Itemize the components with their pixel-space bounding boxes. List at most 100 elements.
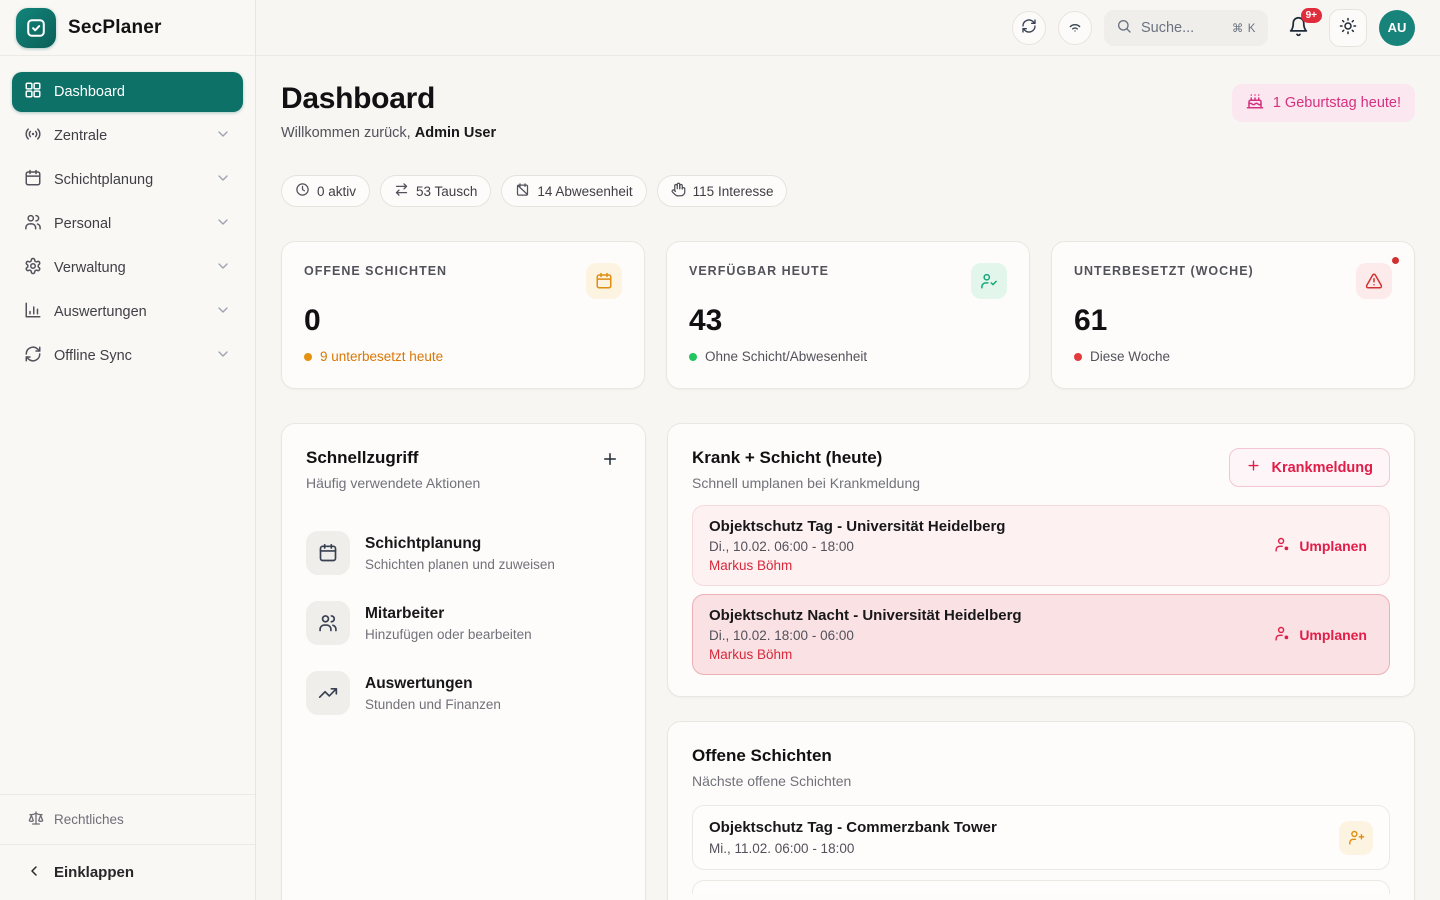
sidebar-collapse-button[interactable]: Einklappen	[0, 844, 255, 900]
plus-icon	[601, 456, 619, 471]
shift-title: Objektschutz Tag - Commerzbank Tower	[709, 819, 997, 836]
pill-aktiv[interactable]: 0 aktiv	[281, 175, 370, 207]
stat-value: 61	[1074, 304, 1392, 338]
status-pills: 0 aktiv 53 Tausch 14 Abwesenheit 115 Int…	[281, 175, 1415, 207]
sidebar-item-label: Personal	[54, 216, 203, 232]
chevron-left-icon	[26, 863, 42, 883]
chevron-down-icon	[215, 346, 231, 366]
status-dot	[689, 353, 697, 361]
krankmeldung-label: Krankmeldung	[1271, 460, 1373, 476]
stat-label: UNTERBESETZT (WOCHE)	[1074, 264, 1392, 278]
sidebar-item-dashboard[interactable]: Dashboard	[12, 72, 243, 112]
sidebar-item-personal[interactable]: Personal	[12, 204, 243, 244]
sidebar-item-auswertungen[interactable]: Auswertungen	[12, 292, 243, 332]
stat-label: VERFÜGBAR HEUTE	[689, 264, 1007, 278]
scales-icon	[28, 810, 44, 829]
welcome-text: Willkommen zurück, Admin User	[281, 125, 496, 141]
shift-time: Di., 10.02. 18:00 - 06:00	[709, 628, 1022, 643]
pill-interesse[interactable]: 115 Interesse	[657, 175, 788, 207]
stat-value: 43	[689, 304, 1007, 338]
welcome-user: Admin User	[415, 125, 496, 141]
chevron-down-icon	[215, 170, 231, 190]
sidebar-item-label: Zentrale	[54, 128, 203, 144]
stat-note: Ohne Schicht/Abwesenheit	[689, 349, 1007, 364]
stat-note-text: Diese Woche	[1090, 349, 1170, 364]
calendar-icon	[24, 169, 42, 191]
search-input[interactable]: Suche... ⌘ K	[1104, 10, 1268, 46]
sidebar-item-label: Verwaltung	[54, 260, 203, 276]
connection-status-button[interactable]	[1058, 11, 1092, 45]
open-shift-item-partial	[692, 880, 1390, 894]
sidebar-item-zentrale[interactable]: Zentrale	[12, 116, 243, 156]
stat-note-text: 9 unterbesetzt heute	[320, 349, 443, 364]
search-icon	[1116, 18, 1132, 37]
hand-icon	[671, 182, 686, 200]
sun-icon	[1339, 17, 1357, 38]
calendar-icon	[586, 263, 622, 299]
page-header: Dashboard Willkommen zurück, Admin User …	[281, 82, 1415, 141]
sidebar-item-label: Dashboard	[54, 84, 231, 100]
legal-label: Rechtliches	[54, 812, 124, 827]
theme-toggle-button[interactable]	[1329, 9, 1367, 47]
birthday-label: 1 Geburtstag heute!	[1273, 95, 1401, 111]
pill-abwesenheit[interactable]: 14 Abwesenheit	[501, 175, 646, 207]
shift-person: Markus Böhm	[709, 647, 1022, 662]
sidebar-item-offline-sync[interactable]: Offline Sync	[12, 336, 243, 376]
gear-icon	[24, 257, 42, 279]
birthday-badge[interactable]: 1 Geburtstag heute!	[1232, 84, 1415, 122]
shift-title: Objektschutz Nacht - Universität Heidelb…	[709, 607, 1022, 624]
stat-card-unterbesetzt-woche[interactable]: UNTERBESETZT (WOCHE) 61 Diese Woche	[1051, 241, 1415, 389]
cake-icon	[1246, 92, 1264, 114]
quick-action-subtitle: Stunden und Finanzen	[365, 697, 501, 712]
users-icon	[24, 213, 42, 235]
users-icon	[306, 601, 350, 645]
quick-access-title: Schnellzugriff	[306, 448, 480, 468]
notifications-button[interactable]: 9+	[1288, 16, 1309, 40]
topbar: Suche... ⌘ K 9+ AU	[256, 0, 1440, 56]
sidebar-item-rechtliches[interactable]: Rechtliches	[0, 794, 255, 844]
sick-shifts-title: Krank + Schicht (heute)	[692, 448, 920, 468]
open-shift-item[interactable]: Objektschutz Tag - Commerzbank Tower Mi.…	[692, 805, 1390, 870]
plus-icon	[1246, 458, 1261, 477]
pill-tausch[interactable]: 53 Tausch	[380, 175, 491, 207]
pill-label: 0 aktiv	[317, 184, 356, 199]
shift-time: Mi., 11.02. 06:00 - 18:00	[709, 841, 997, 856]
stat-label: OFFENE SCHICHTEN	[304, 264, 622, 278]
sick-shift-list: Objektschutz Tag - Universität Heidelber…	[692, 505, 1390, 675]
sidebar-item-schichtplanung[interactable]: Schichtplanung	[12, 160, 243, 200]
refresh-icon	[1021, 18, 1037, 37]
shift-time: Di., 10.02. 06:00 - 18:00	[709, 539, 1005, 554]
alert-triangle-icon	[1356, 263, 1392, 299]
shift-title: Objektschutz Tag - Universität Heidelber…	[709, 518, 1005, 535]
page-title: Dashboard	[281, 82, 496, 116]
umplanen-label: Umplanen	[1299, 627, 1367, 643]
add-quick-action-button[interactable]	[597, 446, 623, 475]
user-plus-icon[interactable]	[1339, 821, 1373, 855]
user-avatar[interactable]: AU	[1379, 10, 1415, 46]
sick-shift-item[interactable]: Objektschutz Tag - Universität Heidelber…	[692, 505, 1390, 586]
umplanen-button[interactable]: Umplanen	[1274, 536, 1367, 556]
wifi-icon	[1067, 18, 1083, 37]
app-name: SecPlaner	[68, 17, 162, 39]
stat-card-offene-schichten[interactable]: OFFENE SCHICHTEN 0 9 unterbesetzt heute	[281, 241, 645, 389]
calendar-off-icon	[515, 182, 530, 200]
quick-action-schichtplanung[interactable]: Schichtplanung Schichten planen und zuwe…	[306, 531, 621, 575]
quick-action-subtitle: Schichten planen und zuweisen	[365, 557, 555, 572]
stat-card-verfuegbar-heute[interactable]: VERFÜGBAR HEUTE 43 Ohne Schicht/Abwesenh…	[666, 241, 1030, 389]
refresh-button[interactable]	[1012, 11, 1046, 45]
stat-value: 0	[304, 304, 622, 338]
sick-shifts-subtitle: Schnell umplanen bei Krankmeldung	[692, 475, 920, 491]
swap-arrows-icon	[394, 182, 409, 200]
sick-shift-item[interactable]: Objektschutz Nacht - Universität Heidelb…	[692, 594, 1390, 675]
krankmeldung-button[interactable]: Krankmeldung	[1229, 448, 1390, 487]
sidebar-item-verwaltung[interactable]: Verwaltung	[12, 248, 243, 288]
umplanen-button[interactable]: Umplanen	[1274, 625, 1367, 645]
quick-action-title: Mitarbeiter	[365, 605, 532, 623]
shift-person: Markus Böhm	[709, 558, 1005, 573]
alert-dot	[1392, 257, 1399, 264]
quick-action-auswertungen[interactable]: Auswertungen Stunden und Finanzen	[306, 671, 621, 715]
welcome-prefix: Willkommen zurück,	[281, 125, 411, 141]
open-shifts-card: Offene Schichten Nächste offene Schichte…	[667, 721, 1415, 900]
search-placeholder: Suche...	[1141, 20, 1223, 36]
quick-action-mitarbeiter[interactable]: Mitarbeiter Hinzufügen oder bearbeiten	[306, 601, 621, 645]
